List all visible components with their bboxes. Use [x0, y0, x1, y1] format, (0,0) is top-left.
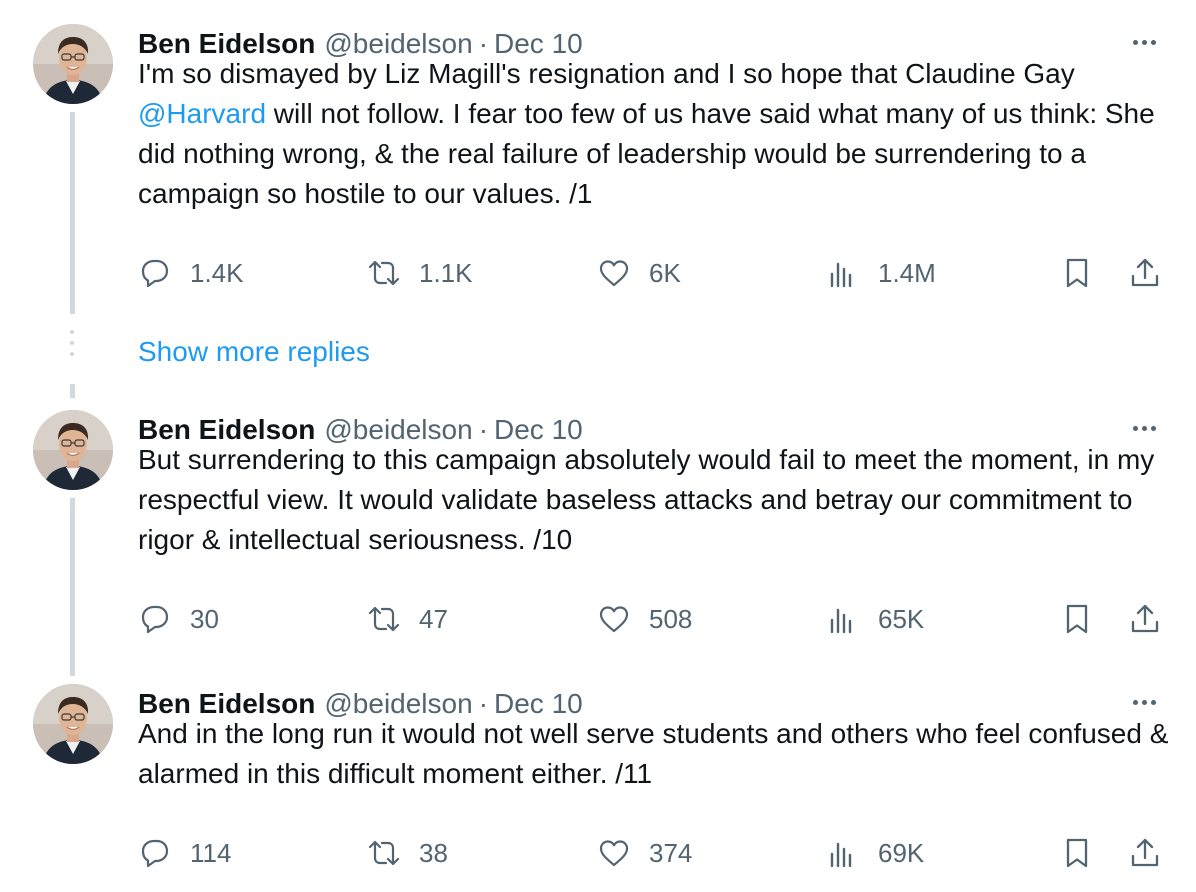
share-icon	[1131, 604, 1159, 633]
tweet-text: I'm so dismayed by Liz Magill's resignat…	[138, 54, 1178, 214]
like-button[interactable]: 374	[597, 833, 692, 873]
tweet-actions: 1.4K 1.1K 6K 1.4M	[0, 253, 1196, 293]
like-count: 374	[649, 837, 693, 868]
share-icon	[1131, 258, 1159, 287]
views-button[interactable]: 1.4M	[826, 253, 936, 293]
tweet-actions: 30 47 508 65K	[0, 599, 1196, 639]
view-count: 65K	[878, 603, 925, 634]
bookmark-icon	[1066, 604, 1088, 634]
share-icon	[1131, 838, 1159, 867]
repost-count: 47	[419, 603, 448, 634]
reply-button[interactable]: 30	[138, 599, 219, 639]
tweet-text-part: I'm so dismayed by Liz Magill's resignat…	[138, 58, 1075, 89]
thread-line	[70, 384, 75, 398]
view-count: 69K	[878, 837, 925, 868]
more-icon[interactable]	[1126, 418, 1162, 438]
repost-icon	[368, 260, 400, 286]
share-button[interactable]	[1128, 833, 1162, 873]
repost-icon	[368, 840, 400, 866]
heart-icon	[599, 606, 629, 633]
reply-icon	[141, 605, 169, 634]
bookmark-button[interactable]	[1060, 833, 1094, 873]
thread-line	[70, 498, 75, 676]
more-icon[interactable]	[1126, 692, 1162, 712]
bookmark-icon	[1066, 838, 1088, 868]
share-button[interactable]	[1128, 599, 1162, 639]
reply-count: 1.4K	[190, 257, 244, 288]
tweet-text: But surrendering to this campaign absolu…	[138, 444, 1155, 555]
reply-count: 30	[190, 603, 219, 634]
avatar[interactable]	[33, 24, 113, 104]
tweet-actions: 114 38 374 69K	[0, 833, 1196, 873]
views-icon	[830, 842, 852, 868]
bookmark-button[interactable]	[1060, 253, 1094, 293]
views-button[interactable]: 65K	[826, 599, 924, 639]
heart-icon	[599, 260, 629, 287]
repost-button[interactable]: 38	[367, 833, 448, 873]
views-icon	[830, 608, 852, 634]
repost-count: 38	[419, 837, 448, 868]
reply-icon	[141, 839, 169, 868]
more-icon[interactable]	[1126, 32, 1162, 52]
thread-dotted-connector	[70, 330, 74, 363]
reply-button[interactable]: 1.4K	[138, 253, 244, 293]
mention-link[interactable]: @Harvard	[138, 98, 266, 129]
tweet-text-part: will not follow. I fear too few of us ha…	[138, 98, 1155, 209]
bookmark-button[interactable]	[1060, 599, 1094, 639]
views-icon	[830, 262, 852, 288]
avatar[interactable]	[33, 684, 113, 764]
repost-button[interactable]: 47	[367, 599, 448, 639]
like-button[interactable]: 6K	[597, 253, 681, 293]
repost-count: 1.1K	[419, 257, 473, 288]
repost-button[interactable]: 1.1K	[367, 253, 473, 293]
views-button[interactable]: 69K	[826, 833, 924, 873]
like-count: 6K	[649, 257, 681, 288]
view-count: 1.4M	[878, 257, 936, 288]
reply-count: 114	[190, 837, 232, 868]
share-button[interactable]	[1128, 253, 1162, 293]
like-button[interactable]: 508	[597, 599, 692, 639]
bookmark-icon	[1066, 258, 1088, 288]
heart-icon	[599, 840, 629, 867]
like-count: 508	[649, 603, 693, 634]
avatar[interactable]	[33, 410, 113, 490]
repost-icon	[368, 606, 400, 632]
reply-button[interactable]: 114	[138, 833, 231, 873]
show-more-replies-link[interactable]: Show more replies	[138, 332, 370, 372]
tweet-text: And in the long run it would not well se…	[138, 718, 1169, 789]
reply-icon	[141, 259, 169, 288]
